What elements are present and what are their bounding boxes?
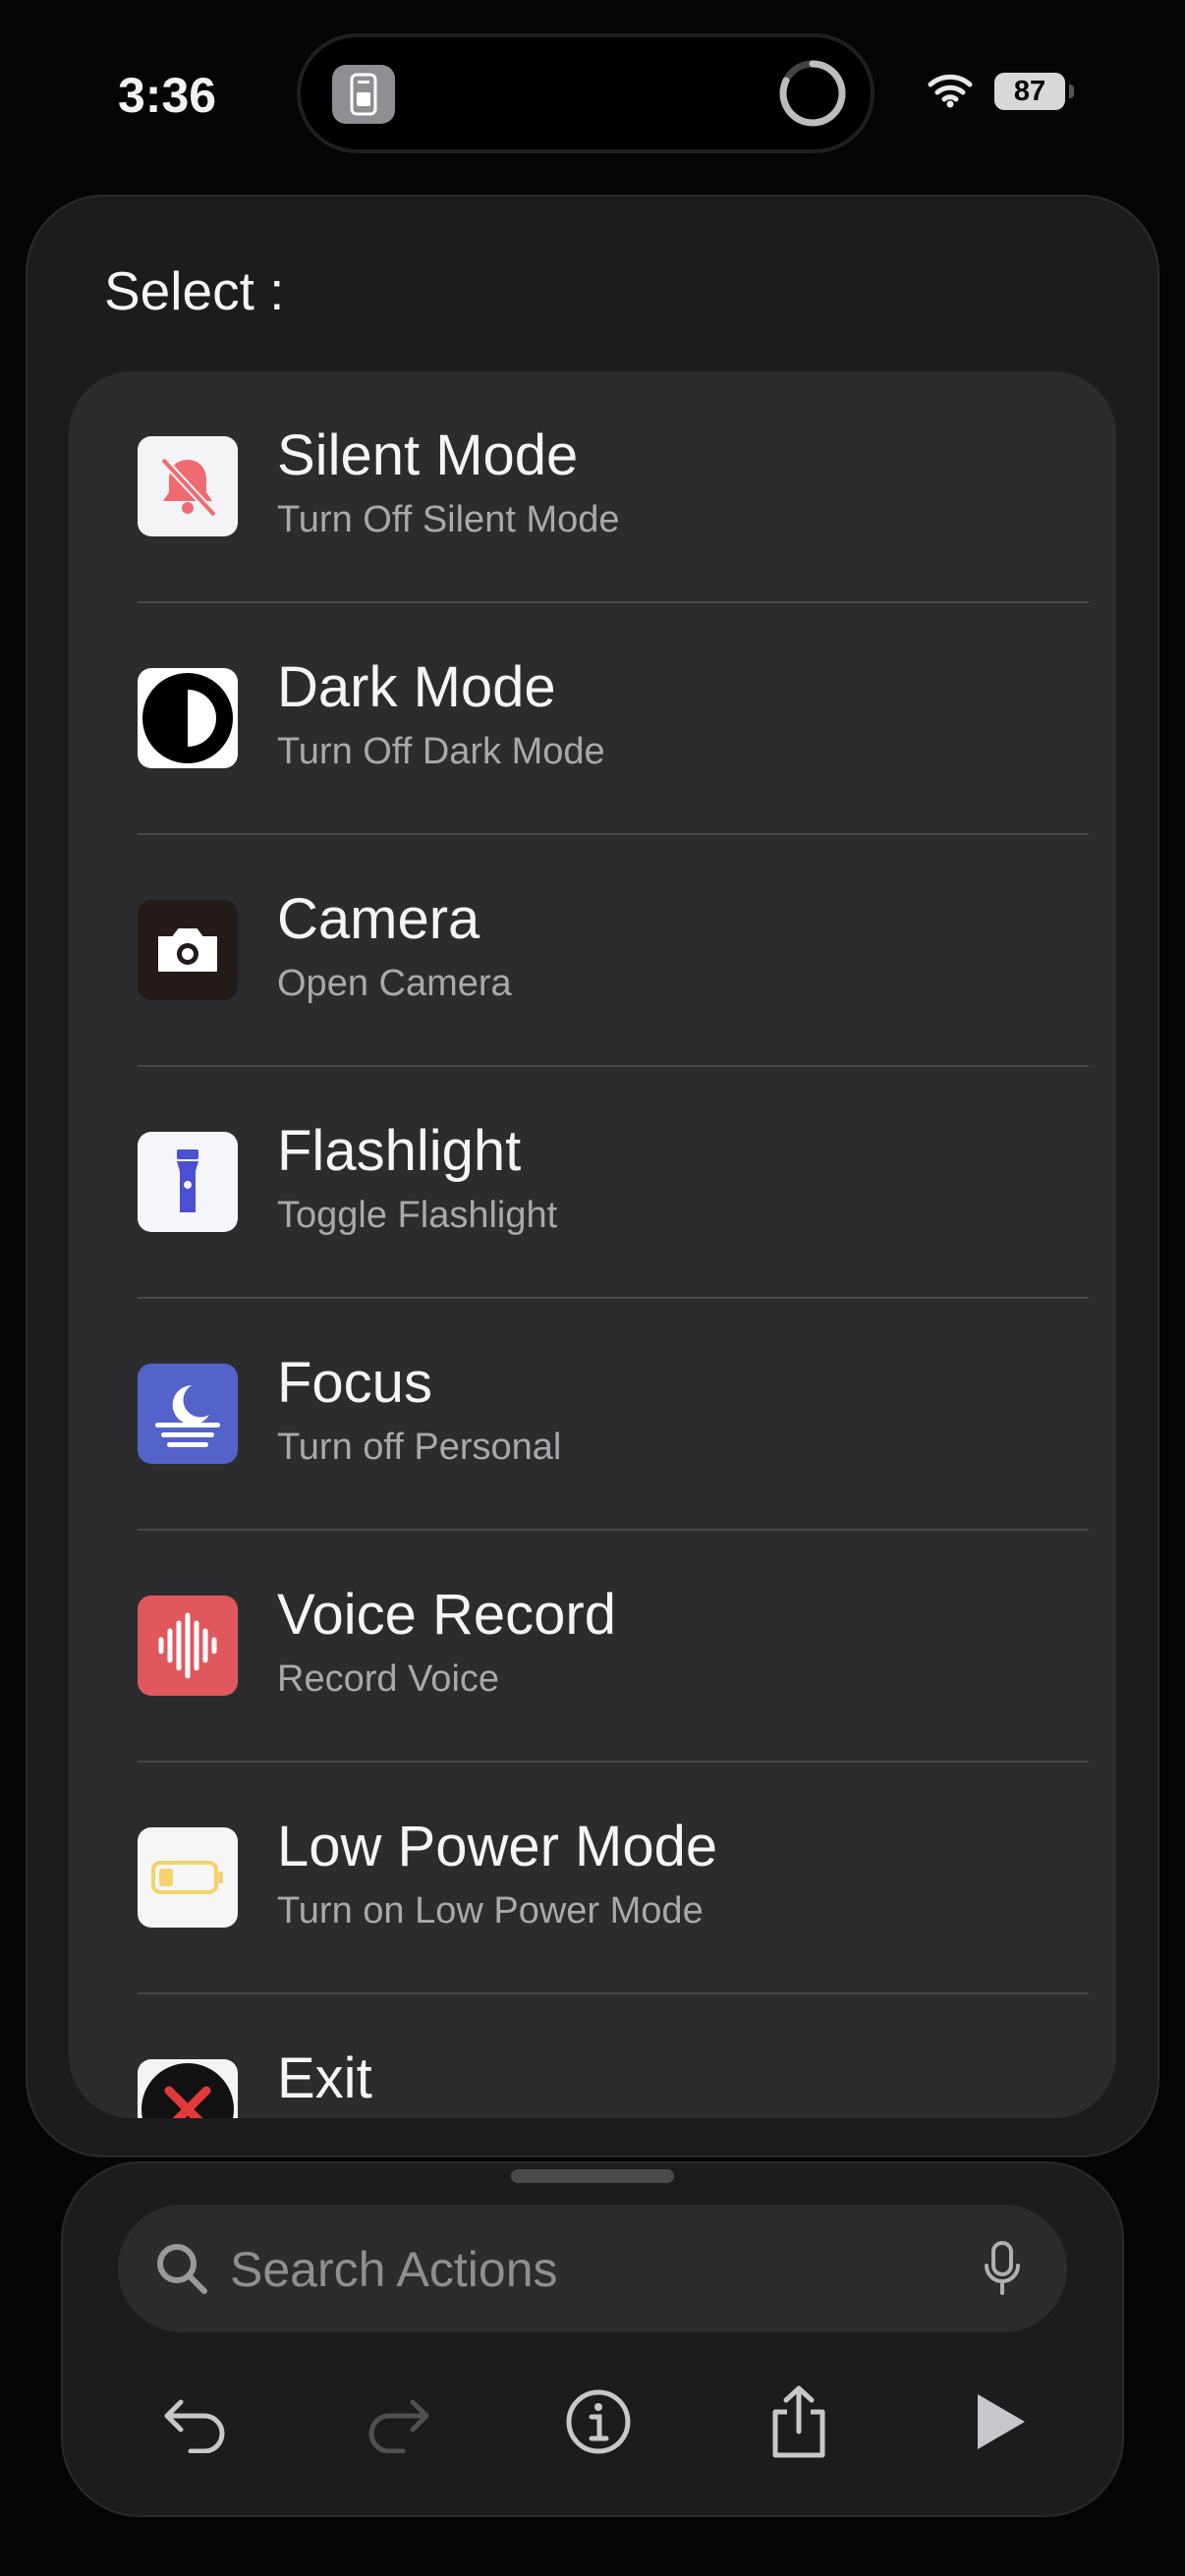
microphone-icon[interactable] (983, 2240, 1022, 2297)
bell-slash-icon (138, 436, 238, 536)
info-button[interactable] (554, 2378, 643, 2466)
sheet-title: Select : (104, 260, 285, 321)
action-title: Exit (277, 2046, 372, 2110)
share-button[interactable] (755, 2378, 843, 2466)
redo-icon (368, 2399, 429, 2453)
action-title: Silent Mode (277, 423, 579, 487)
action-subtitle: Turn Off Silent Mode (277, 499, 620, 540)
undo-icon (164, 2399, 225, 2453)
status-time: 3:36 (118, 68, 217, 123)
search-icon (157, 2244, 207, 2294)
action-dark-mode[interactable]: Dark Mode Turn Off Dark Mode (69, 603, 1116, 835)
low-battery-icon (138, 1827, 238, 1928)
run-button[interactable] (955, 2378, 1044, 2466)
bottom-toolbar (61, 2161, 1124, 2517)
dynamic-island[interactable] (301, 37, 871, 149)
action-title: Flashlight (277, 1119, 522, 1183)
action-subtitle: Turn off Personal (277, 1427, 562, 1468)
action-low-power-mode[interactable]: Low Power Mode Turn on Low Power Mode (69, 1763, 1116, 1994)
activity-ring-icon (779, 60, 846, 127)
exit-x-icon (138, 2059, 238, 2118)
share-icon (772, 2385, 825, 2458)
action-voice-record[interactable]: Voice Record Record Voice (69, 1531, 1116, 1763)
battery-level: 87 (994, 73, 1065, 110)
wifi-icon (928, 74, 973, 108)
action-silent-mode[interactable]: Silent Mode Turn Off Silent Mode (69, 371, 1116, 603)
dark-mode-icon (138, 668, 238, 768)
info-icon (566, 2389, 631, 2454)
camera-icon (138, 900, 238, 1000)
action-subtitle: Record Voice (277, 1658, 500, 1700)
focus-moon-icon (138, 1364, 238, 1464)
action-exit[interactable]: Exit (69, 1994, 1116, 2118)
action-sheet: Select : Silent Mode Turn Off Silent Mod… (26, 195, 1159, 2157)
action-title: Dark Mode (277, 655, 556, 719)
action-title: Camera (277, 887, 480, 951)
flashlight-icon (138, 1132, 238, 1232)
action-camera[interactable]: Camera Open Camera (69, 835, 1116, 1067)
action-subtitle: Open Camera (277, 963, 512, 1004)
action-subtitle: Turn Off Dark Mode (277, 731, 605, 772)
action-title: Low Power Mode (277, 1815, 718, 1878)
drag-handle[interactable] (511, 2169, 674, 2183)
status-bar: 3:36 87 (0, 0, 1185, 187)
play-icon (978, 2394, 1025, 2449)
action-flashlight[interactable]: Flashlight Toggle Flashlight (69, 1067, 1116, 1299)
action-subtitle: Toggle Flashlight (277, 1195, 558, 1236)
action-focus[interactable]: Focus Turn off Personal (69, 1299, 1116, 1531)
waveform-icon (138, 1596, 238, 1696)
redo-button[interactable] (354, 2378, 442, 2466)
search-input[interactable] (228, 2228, 959, 2311)
action-title: Focus (277, 1351, 432, 1415)
battery-tip (1069, 84, 1074, 98)
action-list: Silent Mode Turn Off Silent Mode Dark Mo… (69, 371, 1116, 2118)
undo-button[interactable] (151, 2378, 240, 2466)
island-device-icon (332, 65, 395, 124)
action-title: Voice Record (277, 1583, 616, 1647)
action-subtitle: Turn on Low Power Mode (277, 1890, 704, 1932)
search-bar[interactable] (118, 2205, 1067, 2332)
